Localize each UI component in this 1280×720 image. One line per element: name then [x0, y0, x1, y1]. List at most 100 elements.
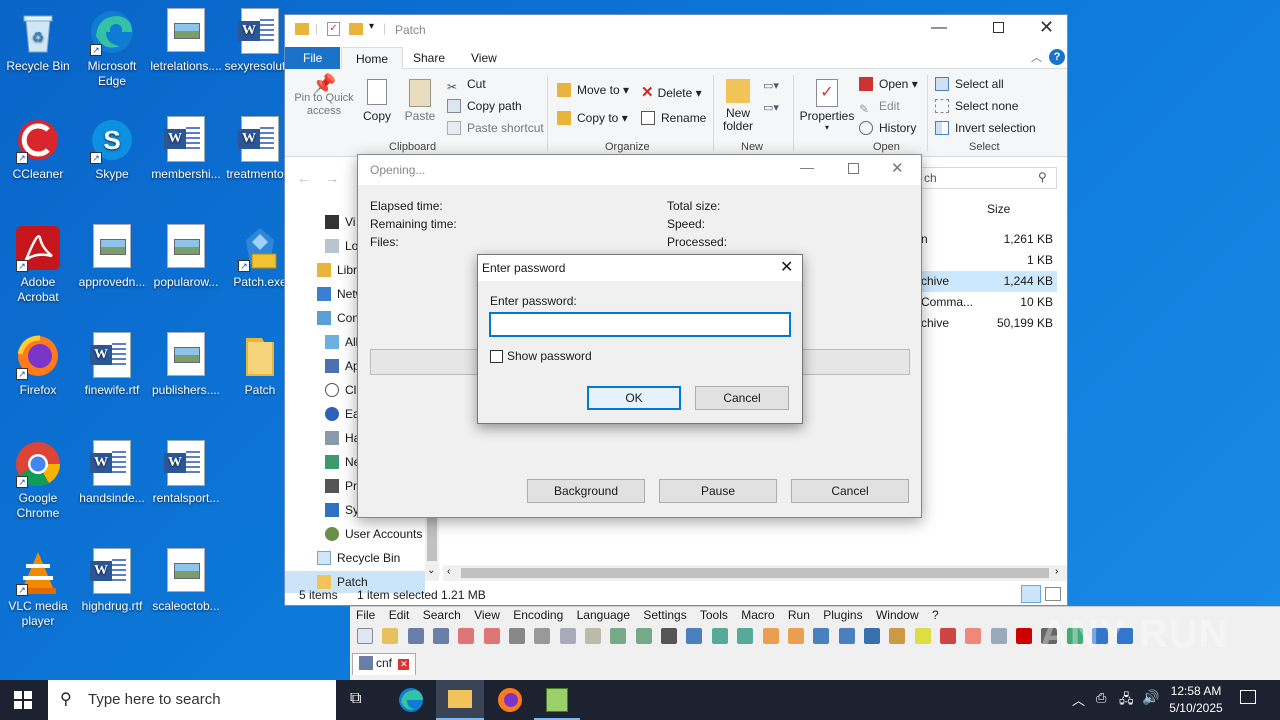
desktop-icon-google-chrome[interactable]: ↗ Google Chrome — [0, 440, 76, 521]
function-list-icon[interactable] — [939, 628, 956, 644]
easy-access-icon[interactable]: ▭▾ — [763, 101, 779, 114]
nav-item-hardware[interactable]: Ha — [325, 427, 360, 449]
desktop-icon-approvedn[interactable]: approvedn... — [74, 224, 150, 290]
invert-selection-button[interactable]: Invert selection — [935, 121, 1036, 135]
close-tab-icon[interactable]: ✕ — [398, 659, 410, 670]
lang-icon[interactable] — [889, 628, 906, 644]
opening-cancel-button[interactable]: Cancel — [791, 479, 909, 503]
nav-item-ease-of-access[interactable]: Ea — [325, 403, 360, 425]
nav-item-control-panel[interactable]: Con — [317, 307, 359, 329]
close-all-icon[interactable] — [483, 628, 500, 644]
nav-item-system[interactable]: Sy — [325, 499, 359, 521]
desktop-icon-letrelations[interactable]: letrelations.... — [148, 8, 224, 74]
desktop-icon-skype[interactable]: S ↗ Skype — [74, 116, 150, 182]
pin-quick-access-button[interactable]: 📌 Pin to Quick access — [291, 75, 357, 118]
tab-share[interactable]: Share — [399, 47, 459, 69]
opening-maximize-button[interactable] — [848, 163, 859, 174]
file-row[interactable]: Comma... 10 KB — [921, 292, 1057, 313]
npp-menu-help[interactable]: ? — [932, 608, 939, 622]
nav-item-programs[interactable]: Pr — [325, 475, 357, 497]
select-all-button[interactable]: Select all — [935, 77, 1004, 91]
tab-file[interactable]: File — [285, 47, 341, 69]
edit-button[interactable]: ✎ Edit — [859, 99, 900, 116]
properties-icon[interactable]: ✓ — [327, 22, 340, 36]
opening-close-button[interactable]: ✕ — [891, 159, 904, 177]
npp-menu-edit[interactable]: Edit — [389, 608, 410, 622]
npp-menu-search[interactable]: Search — [423, 608, 461, 622]
desktop-icon-firefox[interactable]: ↗ Firefox — [0, 332, 76, 398]
taskbar-explorer-icon[interactable] — [436, 680, 484, 720]
desktop-icon-scaleoctob[interactable]: scaleoctob... — [148, 548, 224, 614]
taskbar-edge-icon[interactable] — [397, 686, 425, 714]
properties-button[interactable]: ✓ Properties ▾ — [799, 79, 855, 132]
opening-minimize-button[interactable]: — — [800, 159, 814, 175]
npp-menu-macro[interactable]: Macro — [741, 608, 774, 622]
save-icon[interactable] — [407, 628, 424, 644]
replace-icon[interactable] — [686, 628, 703, 644]
desktop-icon-publishers[interactable]: publishers.... — [148, 332, 224, 398]
scroll-down-icon[interactable]: ⌄ — [427, 565, 435, 576]
password-cancel-button[interactable]: Cancel — [695, 386, 789, 410]
open-button[interactable]: Open ▾ — [859, 77, 918, 91]
npp-menu-run[interactable]: Run — [788, 608, 810, 622]
word-wrap-icon[interactable] — [813, 628, 830, 644]
close-button[interactable]: ✕ — [1039, 17, 1054, 38]
volume-icon[interactable]: 🔊 — [1142, 689, 1159, 706]
desktop-icon-highdrug[interactable]: W highdrug.rtf — [74, 548, 150, 614]
paste-icon[interactable] — [585, 628, 602, 644]
new-folder-button[interactable]: New folder — [719, 79, 757, 133]
undo-icon[interactable] — [610, 628, 627, 644]
copy-button[interactable]: Copy — [361, 79, 393, 123]
nav-item-user-accounts[interactable]: User Accounts — [325, 523, 422, 545]
taskbar-search-input[interactable]: Type here to search — [88, 691, 221, 708]
show-password-label[interactable]: Show password — [507, 349, 592, 363]
background-button[interactable]: Background — [527, 479, 645, 503]
taskbar-firefox-icon[interactable] — [496, 686, 524, 714]
open-file-icon[interactable] — [382, 628, 399, 644]
desktop-icon-membershi[interactable]: W membershi... — [148, 116, 224, 182]
start-button[interactable] — [14, 691, 32, 709]
print-icon[interactable] — [509, 628, 526, 644]
delete-button[interactable]: ✕ Delete ▾ — [641, 83, 702, 101]
file-row[interactable]: 1 KB — [921, 250, 1057, 271]
new-folder-quick-icon[interactable] — [349, 23, 363, 35]
minimize-button[interactable]: — — [931, 19, 947, 37]
taskbar-clock[interactable]: 12:58 AM 5/10/2025 — [1166, 683, 1226, 717]
paste-shortcut-button[interactable]: Paste shortcut — [447, 121, 544, 135]
save-all-icon[interactable] — [433, 628, 450, 644]
desktop-icon-microsoft-edge[interactable]: ↗ Microsoft Edge — [74, 8, 150, 89]
cut-icon[interactable] — [534, 628, 551, 644]
doc-map-icon[interactable] — [914, 628, 931, 644]
nav-item-all-control-panel[interactable]: All — [325, 331, 358, 353]
npp-menu-file[interactable]: File — [356, 608, 375, 622]
nav-item-network-internet[interactable]: Ne — [325, 451, 360, 473]
new-file-icon[interactable] — [357, 628, 373, 644]
search-box[interactable]: ch ⚲ — [921, 167, 1057, 189]
password-input[interactable] — [489, 312, 791, 337]
show-password-checkbox[interactable] — [490, 350, 503, 363]
sync-h-icon[interactable] — [787, 628, 804, 644]
chevron-down-icon[interactable]: ▾ — [369, 21, 374, 32]
desktop-icon-recycle-bin[interactable]: ♻ Recycle Bin — [0, 8, 76, 74]
npp-menu-settings[interactable]: Settings — [643, 608, 686, 622]
desktop-icon-popularow[interactable]: popularow... — [148, 224, 224, 290]
network-icon[interactable]: 🖧 — [1119, 690, 1134, 712]
sync-v-icon[interactable] — [762, 628, 779, 644]
folder-workspace-icon[interactable] — [965, 628, 982, 644]
npp-menu-tools[interactable]: Tools — [700, 608, 728, 622]
tray-device-icon[interactable]: ⎙ — [1096, 690, 1106, 706]
scroll-left-icon[interactable]: ‹ — [447, 566, 450, 577]
paste-button[interactable]: Paste — [403, 79, 437, 123]
password-close-button[interactable]: ✕ — [780, 257, 793, 277]
file-row[interactable]: chive 50,199 KB — [921, 313, 1057, 334]
close-file-icon[interactable] — [458, 628, 475, 644]
zoom-out-icon[interactable] — [737, 628, 754, 644]
taskbar-notepadpp-icon[interactable] — [534, 680, 580, 720]
npp-menu-view[interactable]: View — [474, 608, 500, 622]
nav-item-videos[interactable]: Vi — [325, 211, 355, 233]
copy-path-button[interactable]: Copy path — [447, 99, 522, 113]
monitoring-icon[interactable] — [990, 628, 1007, 644]
maximize-button[interactable] — [993, 22, 1004, 33]
nav-item-recycle-bin[interactable]: Recycle Bin — [317, 547, 400, 569]
column-header-size[interactable]: Size — [987, 202, 1010, 216]
